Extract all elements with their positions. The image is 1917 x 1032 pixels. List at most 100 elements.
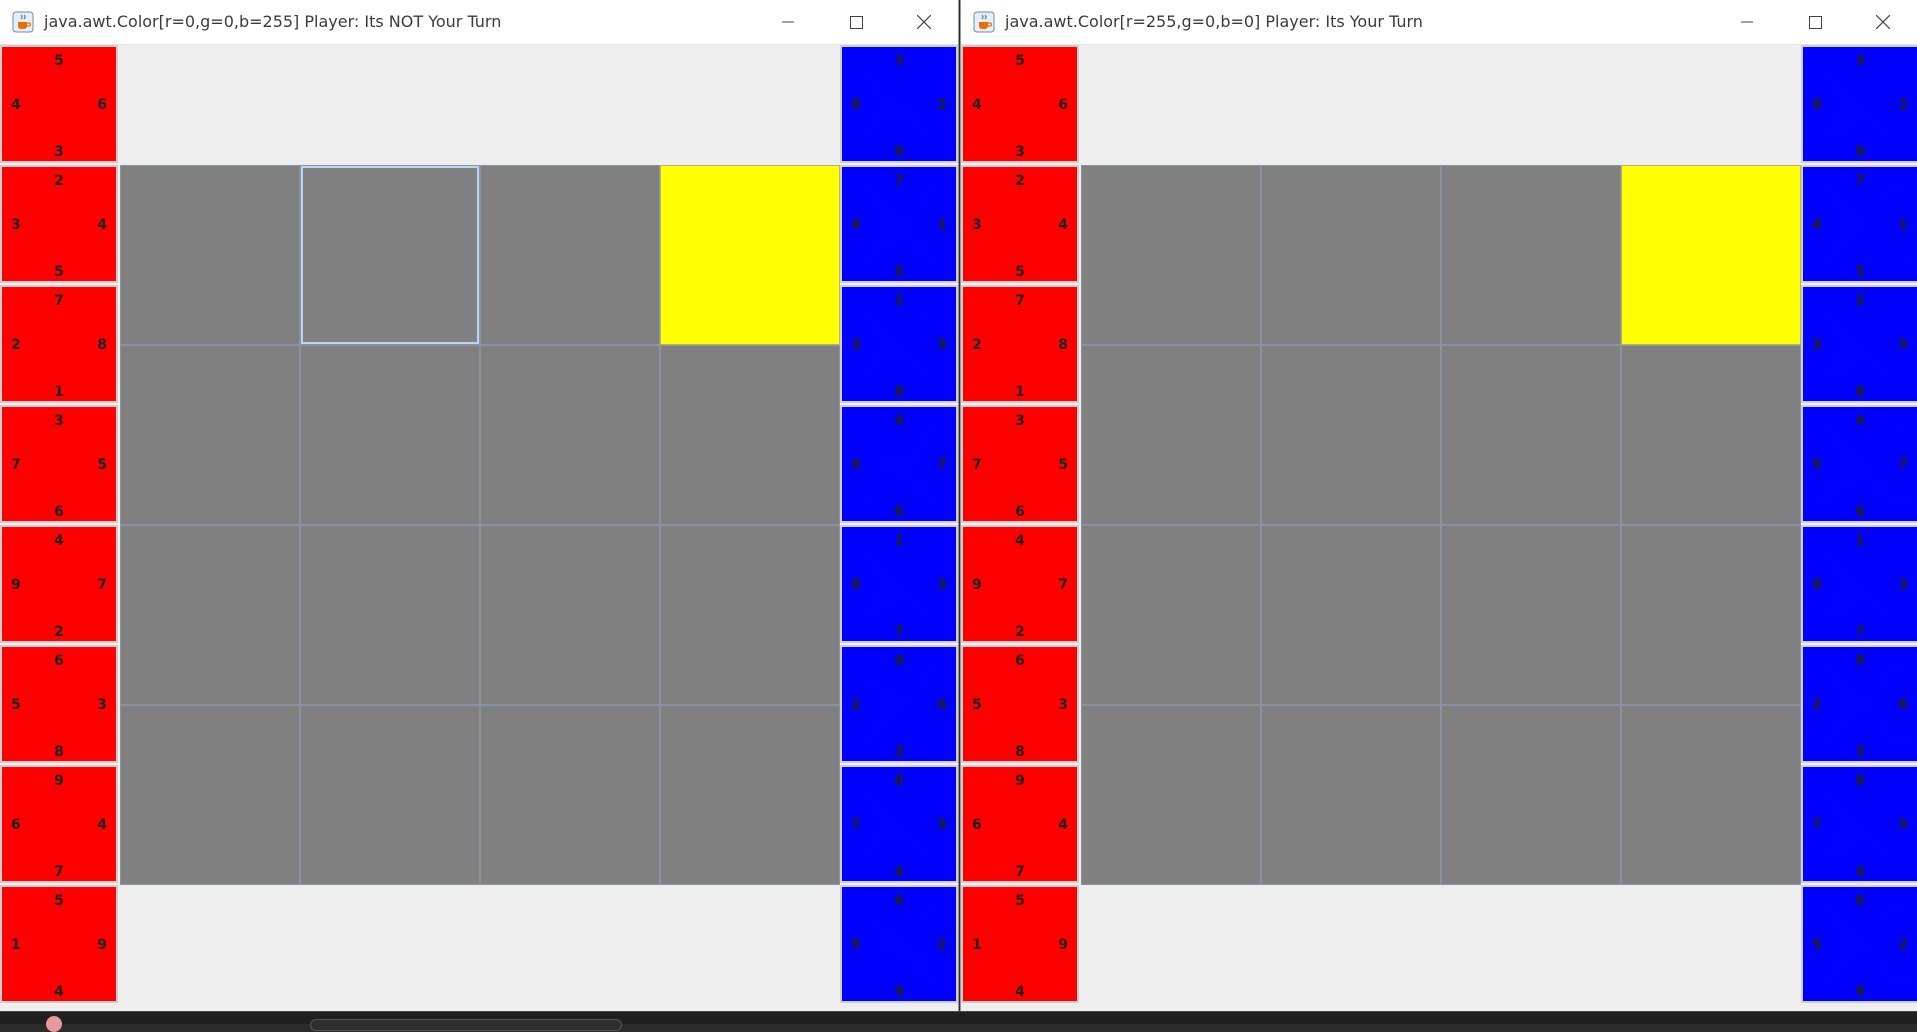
blue-card[interactable]: 7 4 1 5 [840,165,958,283]
board-cell[interactable] [1621,525,1801,705]
board-cell[interactable] [1621,345,1801,525]
taskbar [0,1011,1917,1032]
card-value-top: 6 [54,653,64,669]
card-value-right: 4 [97,817,107,833]
card-value-top: 5 [1015,53,1025,69]
card-value-left: 2 [851,697,861,713]
blue-card[interactable]: 4 9 7 6 [1801,405,1917,523]
card-value-bottom: 4 [894,864,904,880]
board-cell[interactable] [480,165,660,345]
board-cell[interactable] [660,525,840,705]
minimize-button[interactable] [1713,0,1781,44]
blue-card[interactable]: 6 5 2 9 [840,885,958,1003]
board-cell[interactable] [480,345,660,525]
board-cell[interactable] [300,345,480,525]
board-cell[interactable] [1261,705,1441,885]
board-cell[interactable] [1621,705,1801,885]
board-cell[interactable] [660,345,840,525]
board-cell[interactable] [1081,165,1261,345]
blue-card[interactable]: 8 7 5 4 [1801,765,1917,883]
board-cell[interactable] [300,705,480,885]
board-cell[interactable] [120,525,300,705]
board-cell[interactable] [1441,525,1621,705]
card-value-top: 3 [54,413,64,429]
red-card[interactable]: 3 7 5 6 [961,405,1079,523]
blue-card[interactable]: 1837 [840,525,958,643]
blue-card[interactable]: 9 2 6 3 [1801,645,1917,763]
board-cell[interactable] [1441,345,1621,525]
board-cell-highlighted[interactable] [660,165,840,345]
blue-card[interactable]: 8 7 5 4 [840,765,958,883]
board-cell[interactable] [1261,165,1441,345]
board-cell[interactable] [1441,165,1621,345]
red-card[interactable]: 4 9 7 2 [961,525,1079,643]
blue-card[interactable]: 4 9 7 6 [840,405,958,523]
red-card[interactable]: 6 5 3 8 [0,645,118,763]
taskbar-app-icon[interactable] [46,1016,62,1032]
title-bar[interactable]: java.awt.Color[r=255,g=0,b=0] Player: It… [961,0,1917,45]
card-value-top: 7 [894,173,904,189]
card-value-left: 6 [11,817,21,833]
card-value-bottom: 2 [54,624,64,640]
taskbar-search[interactable] [310,1019,622,1031]
board-cell[interactable] [1081,705,1261,885]
board-cell[interactable] [660,705,840,885]
board-cell[interactable] [1081,345,1261,525]
red-card[interactable]: 4 9 7 2 [0,525,118,643]
red-card[interactable]: 5 1 9 4 [0,885,118,1003]
card-value-right: 5 [1898,337,1908,353]
board-cell[interactable] [120,705,300,885]
board-cell[interactable] [1441,705,1621,885]
card-value-top: 3 [1855,53,1865,69]
board-cell[interactable] [1261,345,1441,525]
maximize-button[interactable] [1781,0,1849,44]
red-card[interactable]: 7 2 8 1 [961,285,1079,403]
card-value-bottom: 8 [1855,384,1865,400]
card-value-left: 5 [11,697,21,713]
close-button[interactable] [1849,0,1917,44]
board-cell-selected[interactable] [300,165,480,345]
card-value-top: 6 [1855,893,1865,909]
board-cell[interactable] [300,525,480,705]
card-value-bottom: 5 [894,264,904,280]
card-value-bottom: 9 [894,984,904,1000]
card-value-bottom: 3 [54,144,64,160]
red-card[interactable]: 3 7 5 6 [0,405,118,523]
minimize-button[interactable] [754,0,822,44]
red-card[interactable]: 6 5 3 8 [961,645,1079,763]
board-cell[interactable] [480,705,660,885]
blue-card[interactable]: 9 2 6 3 [840,645,958,763]
card-value-left: 4 [972,97,982,113]
card-value-right: 8 [1058,337,1068,353]
board-cell[interactable] [480,525,660,705]
card-value-top: 2 [894,293,904,309]
board-cell[interactable] [1261,525,1441,705]
card-value-top: 3 [894,53,904,69]
red-card[interactable]: 2 3 4 5 [961,165,1079,283]
blue-card[interactable]: 6 5 2 9 [1801,885,1917,1003]
red-card[interactable]: 5 1 9 4 [961,885,1079,1003]
red-card[interactable]: 5 4 6 3 [0,45,118,163]
blue-card[interactable]: 3 8 2 9 [1801,45,1917,163]
card-value-top: 9 [1855,653,1865,669]
red-card[interactable]: 2 3 4 5 [0,165,118,283]
blue-card[interactable]: 3 8 2 9 [840,45,958,163]
card-value-right: 2 [937,937,947,953]
card-value-right: 1 [1898,217,1908,233]
blue-card[interactable]: 2 3 5 8 [1801,285,1917,403]
red-card[interactable]: 9 6 4 7 [961,765,1079,883]
blue-card[interactable]: 2 3 5 8 [840,285,958,403]
red-card[interactable]: 9 6 4 7 [0,765,118,883]
card-value-right: 5 [1898,817,1908,833]
red-card[interactable]: 7 2 8 1 [0,285,118,403]
board-cell[interactable] [120,165,300,345]
blue-card[interactable]: 7 4 1 5 [1801,165,1917,283]
board-cell[interactable] [1081,525,1261,705]
maximize-button[interactable] [822,0,890,44]
title-bar[interactable]: java.awt.Color[r=0,g=0,b=255] Player: It… [0,0,958,45]
board-cell-highlighted[interactable] [1621,165,1801,345]
blue-card[interactable]: 1837 [1801,525,1917,643]
red-card[interactable]: 5 4 6 3 [961,45,1079,163]
close-button[interactable] [890,0,958,44]
board-cell[interactable] [120,345,300,525]
